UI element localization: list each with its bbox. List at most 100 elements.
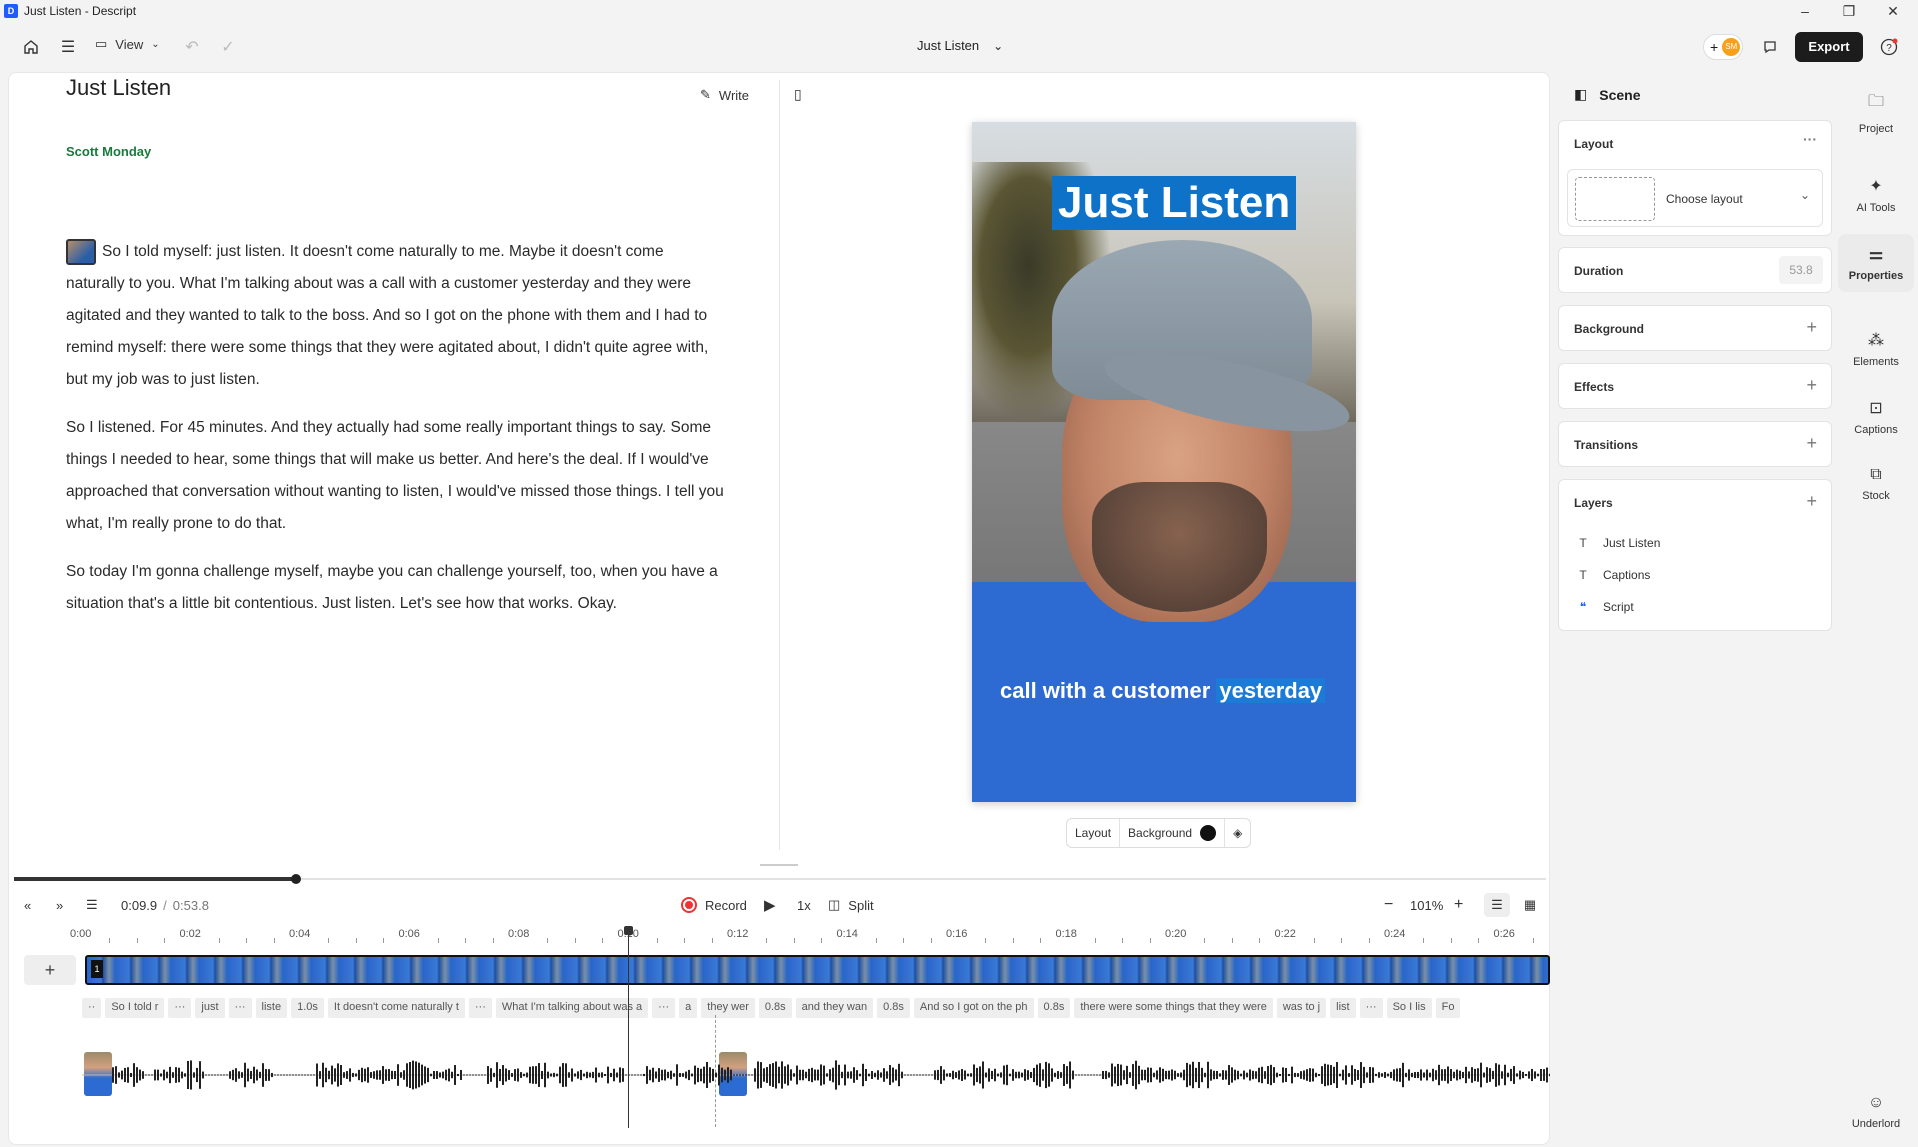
layout-button[interactable]: Layout [1067,819,1121,847]
word-chip[interactable]: 0.8s [1037,998,1071,1018]
add-track-button[interactable]: + [24,955,76,985]
background-button[interactable]: Background [1120,819,1226,847]
minimize-button[interactable]: – [1782,0,1828,22]
word-chip[interactable]: ·· [82,998,102,1018]
record-button[interactable]: Record [681,893,747,917]
more-options-icon[interactable]: ··· [1803,131,1817,147]
comments-icon[interactable] [1757,34,1783,60]
skip-back-icon[interactable]: « [24,893,31,917]
playhead[interactable] [628,930,629,1128]
view-menu-button[interactable]: ▭ View ⌄ [95,36,160,52]
waveform-bar [466,1074,468,1076]
speaker-label[interactable]: Scott Monday [66,144,151,159]
word-chip[interactable]: list [1330,998,1356,1018]
help-icon[interactable]: ? [1876,34,1902,60]
layer-item[interactable]: T Just Listen [1577,536,1660,550]
resize-handle[interactable] [760,864,798,866]
waveform-bar [814,1069,816,1081]
title-overlay[interactable]: Just Listen [1052,176,1297,230]
progress-knob[interactable] [291,874,301,884]
word-chip[interactable]: 0.8s [877,998,910,1018]
word-chip[interactable]: just [195,998,225,1018]
timeline-view-icon[interactable]: ☰ [1484,893,1510,917]
choose-layout-dropdown[interactable]: Choose layout ⌄ [1567,169,1823,227]
top-toolbar: ☰ ▭ View ⌄ ↶ ✓ Just Listen ⌄ + SM Export… [0,22,1918,72]
page-icon[interactable]: ▯ [794,86,802,103]
waveform-bar [1102,1070,1104,1080]
nav-properties[interactable]: ⚌ Properties [1838,234,1914,292]
word-chip[interactable]: So I told r [105,998,165,1018]
nav-elements[interactable]: ⁂ Elements [1838,330,1914,368]
split-button[interactable]: ◫ Split [828,893,874,917]
word-chip[interactable]: ··· [228,998,252,1018]
add-effect-icon[interactable]: + [1806,375,1817,396]
zoom-out-button[interactable]: − [1384,893,1393,917]
chapters-icon[interactable]: ☰ [86,893,98,917]
add-background-icon[interactable]: + [1806,317,1817,338]
script-paragraph[interactable]: So I listened. For 45 minutes. And they … [66,412,726,540]
project-title-menu[interactable]: Just Listen ⌄ [917,38,1003,53]
transitions-card[interactable]: Transitions + [1558,421,1832,467]
layers-icon[interactable]: ◈ [1225,819,1250,847]
zoom-in-button[interactable]: + [1454,893,1463,917]
audio-waveform[interactable] [82,1040,1550,1110]
script-paragraph[interactable]: So today I'm gonna challenge myself, may… [66,556,726,620]
add-layer-icon[interactable]: + [1806,491,1817,512]
page-title[interactable]: Just Listen [66,75,171,101]
waveform-bar [640,1074,642,1076]
word-chip[interactable]: And so I got on the ph [913,998,1034,1018]
nav-underlord[interactable]: ☺ Underlord [1838,1094,1914,1130]
export-button[interactable]: Export [1795,32,1863,62]
menu-icon[interactable]: ☰ [55,34,81,60]
word-chip[interactable]: and they wan [795,998,874,1018]
word-chip[interactable]: 1.0s [291,998,324,1018]
speaker-thumbnail[interactable] [66,238,96,265]
skip-forward-icon[interactable]: » [56,893,63,917]
caption-overlay[interactable]: call with a customer yesterday [1000,678,1326,704]
write-mode-button[interactable]: ✎ Write [700,87,749,103]
word-chip[interactable]: was to j [1276,998,1327,1018]
word-chip[interactable]: It doesn't come naturally t [327,998,465,1018]
grid-view-icon[interactable]: ▦ [1518,893,1542,917]
word-chip[interactable]: ··· [1359,998,1383,1018]
duration-field[interactable]: 53.8 [1779,256,1823,284]
play-button[interactable]: ▶ [764,893,776,917]
zoom-level[interactable]: 101% [1410,893,1443,917]
word-chip[interactable]: ··· [468,998,492,1018]
collaborators-button[interactable]: + SM [1703,34,1743,60]
word-chip[interactable]: ··· [652,998,676,1018]
layer-item[interactable]: ❝ Script [1577,600,1634,614]
nav-captions[interactable]: ⊡ Captions [1838,398,1914,436]
video-track[interactable] [85,955,1550,985]
nav-underlord-label: Underlord [1851,1118,1901,1130]
layout-icon: ▭ [95,36,108,51]
word-chip[interactable]: liste [255,998,288,1018]
panel-divider[interactable] [779,80,780,850]
nav-stock[interactable]: ⧉ Stock [1838,466,1914,502]
video-preview[interactable]: Just Listen call with a customer yesterd… [972,122,1356,802]
waveform-bar [787,1064,789,1086]
word-chip[interactable]: there were some things that they were [1074,998,1273,1018]
nav-project[interactable]: 🗀 Project [1838,90,1914,135]
waveform-bar [139,1069,141,1081]
script-paragraph[interactable]: So I told myself: just listen. It doesn'… [66,236,726,396]
effects-card[interactable]: Effects + [1558,363,1832,409]
word-chip[interactable]: What I'm talking about was a [495,998,649,1018]
word-chip[interactable]: So I lis [1386,998,1432,1018]
close-button[interactable]: ✕ [1870,0,1916,22]
word-chip[interactable]: a [679,998,698,1018]
word-chip[interactable]: Fo [1435,998,1461,1018]
layer-item[interactable]: T Captions [1577,568,1650,582]
add-transition-icon[interactable]: + [1806,433,1817,454]
maximize-button[interactable]: ❐ [1826,0,1872,22]
speed-button[interactable]: 1x [797,893,811,917]
ruler-tick-label: 0:16 [946,928,968,940]
word-chip[interactable]: ··· [168,998,192,1018]
home-icon[interactable] [18,34,44,60]
nav-ai-tools[interactable]: ✦ AI Tools [1838,176,1914,214]
word-chip[interactable]: 0.8s [758,998,792,1018]
undo-icon[interactable]: ↶ [179,34,205,60]
word-track[interactable]: ·· So I told r ··· just ··· liste 1.0s It doesn… [82,998,1550,1018]
word-chip[interactable]: they wer [701,998,755,1018]
background-card[interactable]: Background + [1558,305,1832,351]
